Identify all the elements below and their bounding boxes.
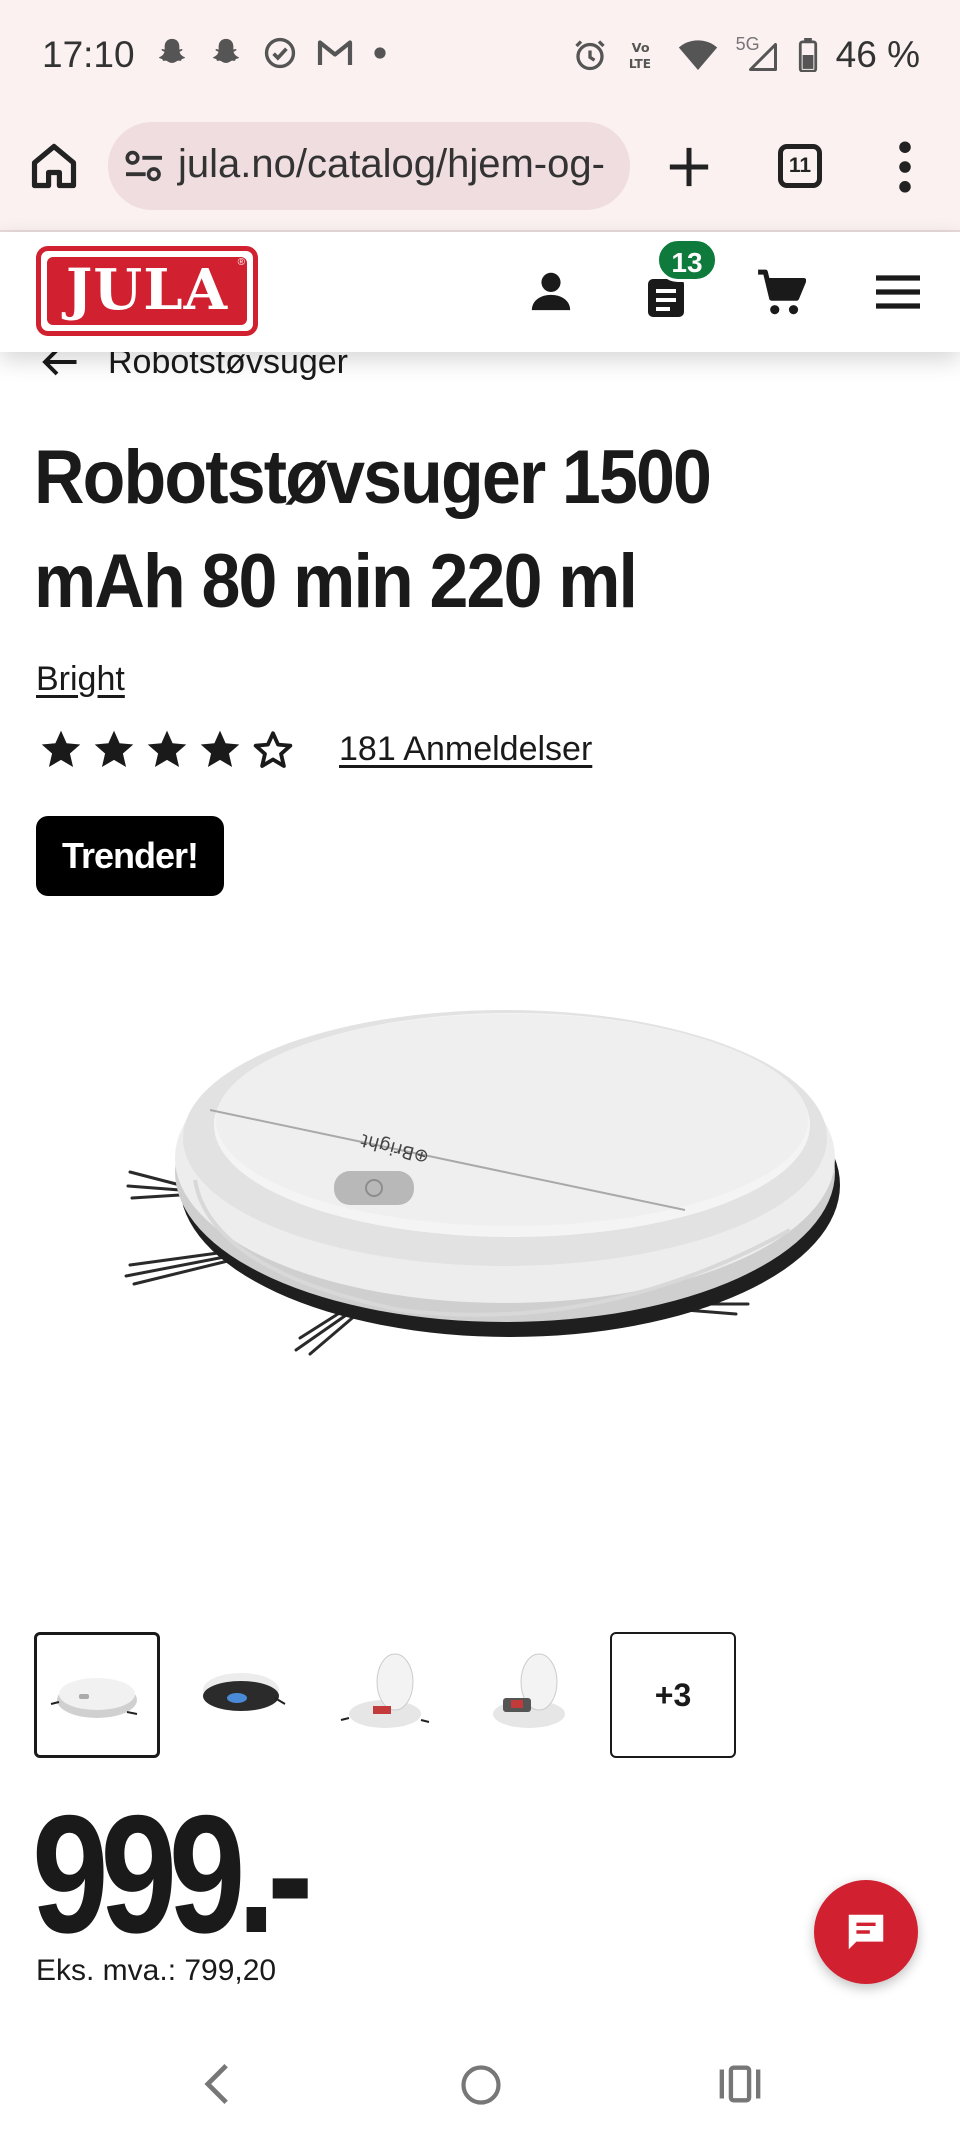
browser-toolbar: jula.no/catalog/hjem-og- 11 bbox=[0, 108, 960, 232]
star-outline-icon bbox=[253, 731, 293, 768]
thumbnail-2[interactable] bbox=[178, 1632, 304, 1758]
shopping-cart-icon[interactable] bbox=[756, 268, 806, 318]
notification-icons bbox=[155, 36, 387, 70]
recent-apps-icon[interactable] bbox=[718, 2064, 762, 2104]
product-title: Robotstøvsuger 1500 mAh 80 min 220 ml bbox=[34, 435, 712, 624]
list-count-badge: 13 bbox=[656, 238, 718, 282]
alarm-icon bbox=[574, 40, 605, 71]
tab-switcher-button[interactable]: 11 bbox=[778, 144, 822, 188]
brand-link[interactable]: Bright bbox=[36, 660, 125, 699]
price: 999.- bbox=[32, 1780, 313, 1968]
svg-text:LTE: LTE bbox=[628, 57, 650, 71]
system-navigation-bar bbox=[0, 2040, 960, 2133]
star-filled-icon bbox=[200, 730, 240, 768]
system-icons: Vo LTE 5G 46 % bbox=[572, 34, 920, 76]
star-filled-icon bbox=[147, 730, 187, 768]
dot-icon bbox=[374, 47, 386, 59]
thumbnail-strip: +3 bbox=[34, 1632, 736, 1758]
chat-button[interactable] bbox=[814, 1880, 918, 1984]
chat-icon bbox=[848, 1914, 884, 1950]
rating-row[interactable]: 181 Anmeldelser bbox=[40, 728, 592, 770]
status-time: 17:10 bbox=[42, 34, 135, 75]
more-options-icon[interactable] bbox=[890, 140, 920, 194]
new-tab-icon[interactable] bbox=[666, 144, 712, 190]
signal-indicator: 5G bbox=[736, 34, 780, 72]
jula-logo[interactable]: JULA ® bbox=[36, 246, 258, 336]
logo-registered-mark: ® bbox=[237, 257, 245, 268]
home-icon[interactable] bbox=[28, 140, 80, 192]
trending-badge: Trender! bbox=[36, 816, 225, 896]
status-bar: 17:10 Vo LTE 5G 46 % bbox=[0, 0, 960, 108]
site-settings-icon[interactable] bbox=[124, 148, 164, 184]
battery-percent: 46 % bbox=[835, 34, 920, 75]
thumbnail-1[interactable] bbox=[34, 1632, 160, 1758]
site-header: JULA ® 13 bbox=[0, 232, 960, 352]
snapchat-icon bbox=[159, 38, 185, 63]
check-circle-icon bbox=[264, 37, 296, 69]
star-filled-icon bbox=[41, 730, 81, 768]
svg-text:Vo: Vo bbox=[631, 41, 649, 56]
signal-icon bbox=[748, 43, 777, 71]
thumbnail-4[interactable] bbox=[466, 1632, 592, 1758]
more-images-button[interactable]: +3 bbox=[610, 1632, 736, 1758]
product-image[interactable]: ⊕Bright bbox=[100, 940, 860, 1480]
snapchat-icon bbox=[213, 38, 239, 63]
price-ex-vat: Eks. mva.: 799,20 bbox=[36, 1954, 277, 1987]
battery-icon bbox=[798, 38, 817, 72]
thumbnail-3[interactable] bbox=[322, 1632, 448, 1758]
home-circle-icon[interactable] bbox=[460, 2064, 502, 2106]
gmail-icon bbox=[317, 40, 353, 65]
hamburger-menu-icon[interactable] bbox=[874, 272, 922, 312]
url-text: jula.no/catalog/hjem-og- bbox=[178, 142, 605, 186]
back-icon[interactable] bbox=[200, 2062, 234, 2106]
logo-text: JULA bbox=[47, 257, 247, 325]
volte-icon: VoLTE bbox=[628, 41, 650, 71]
user-account-icon[interactable] bbox=[528, 268, 574, 314]
star-filled-icon bbox=[94, 730, 134, 768]
wifi-icon bbox=[678, 40, 717, 70]
reviews-link[interactable]: 181 Anmeldelser bbox=[339, 730, 592, 769]
address-bar[interactable]: jula.no/catalog/hjem-og- bbox=[108, 122, 630, 210]
